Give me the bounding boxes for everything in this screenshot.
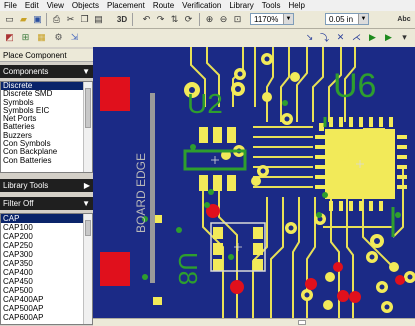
route-delete-icon[interactable]: ⋌ bbox=[350, 31, 363, 44]
route-bend-icon[interactable]: ⤵ bbox=[318, 31, 331, 44]
open-folder-icon[interactable]: ▰ bbox=[17, 13, 30, 26]
chevron-right-icon: ▶ bbox=[83, 181, 90, 190]
menu-route[interactable]: Route bbox=[149, 0, 178, 11]
play-icon[interactable]: ▶ bbox=[366, 31, 379, 44]
chevron-down-icon: ▼ bbox=[283, 14, 293, 24]
pad-tool-icon[interactable]: ▦ bbox=[35, 31, 48, 44]
library-tools-label: Library Tools bbox=[3, 181, 49, 190]
grid-select[interactable]: 0.05 in ▼ bbox=[325, 13, 369, 25]
part-item[interactable]: CAP600AP bbox=[1, 313, 83, 322]
zoom-fit-icon[interactable]: ⊡ bbox=[231, 13, 244, 26]
zoom-in-icon[interactable]: ⊕ bbox=[203, 13, 216, 26]
settings-tool-icon[interactable]: ⚙ bbox=[52, 31, 65, 44]
category-list[interactable]: Discrete Discrete SMD Symbols Symbols EIC Ne… bbox=[0, 81, 93, 173]
category-item[interactable]: Con Batteries bbox=[1, 156, 83, 165]
toolbar-options-icon[interactable]: ▾ bbox=[398, 31, 411, 44]
chevron-down-icon: ▼ bbox=[82, 67, 90, 76]
part-item[interactable]: CAP250 bbox=[1, 241, 83, 250]
part-item[interactable]: CAP bbox=[1, 214, 83, 223]
part-item[interactable]: CAP300 bbox=[1, 250, 83, 259]
part-scrollbar[interactable] bbox=[83, 214, 92, 324]
part-item[interactable]: CAP400AP bbox=[1, 295, 83, 304]
menu-file[interactable]: File bbox=[0, 0, 21, 11]
menu-tools[interactable]: Tools bbox=[258, 0, 285, 11]
u2-label: U2 bbox=[187, 88, 223, 119]
part-item[interactable]: CAP200 bbox=[1, 232, 83, 241]
main-toolbar: ▭ ▰ ▣ ⎙ ✂ ❐ ▤ 3D ↶ ↷ ⇅ ⟳ ⊕ ⊖ ⊡ 1170% ▼ 0… bbox=[0, 11, 415, 29]
menu-objects[interactable]: Objects bbox=[68, 0, 103, 11]
chevron-down-icon: ▼ bbox=[82, 199, 90, 208]
part-item[interactable]: CAP350 bbox=[1, 259, 83, 268]
menu-library[interactable]: Library bbox=[225, 0, 257, 11]
part-list[interactable]: CAP CAP100 CAP200 CAP250 CAP300 CAP350 CAP400 C… bbox=[0, 213, 93, 325]
component-panel: Place Component Components ▼ Discrete Dis… bbox=[0, 47, 93, 325]
board-edge-label: BOARD EDGE bbox=[134, 153, 148, 233]
auto-route-icon[interactable]: Abc bbox=[396, 13, 412, 26]
chevron-down-icon: ▼ bbox=[358, 14, 368, 24]
components-header[interactable]: Components ▼ bbox=[0, 65, 93, 78]
redo-icon[interactable]: ↷ bbox=[154, 13, 167, 26]
step-icon[interactable]: ▶ bbox=[382, 31, 395, 44]
route-cross-icon[interactable]: ✕ bbox=[334, 31, 347, 44]
part-item[interactable]: CAP500AP bbox=[1, 304, 83, 313]
part-item[interactable]: CAP100 bbox=[1, 223, 83, 232]
flip-icon[interactable]: ⇅ bbox=[168, 13, 181, 26]
select-tool-icon[interactable]: ⇲ bbox=[68, 31, 81, 44]
board-edge-line bbox=[150, 93, 155, 283]
rotate-icon[interactable]: ⟳ bbox=[182, 13, 195, 26]
menu-help[interactable]: Help bbox=[284, 0, 308, 11]
filter-header[interactable]: Filter Off ▼ bbox=[0, 197, 93, 210]
menu-view[interactable]: View bbox=[43, 0, 68, 11]
library-tools-header[interactable]: Library Tools ▶ bbox=[0, 179, 93, 192]
grid-value: 0.05 in bbox=[329, 15, 354, 24]
menu-placement[interactable]: Placement bbox=[103, 0, 149, 11]
pcb-board[interactable]: U2 U6 U8 BOARD EDGE bbox=[93, 47, 415, 318]
part-item[interactable]: CAP400 bbox=[1, 268, 83, 277]
pcb-canvas[interactable]: U2 U6 U8 BOARD EDGE bbox=[93, 47, 415, 318]
undo-icon[interactable]: ↶ bbox=[140, 13, 153, 26]
part-item[interactable]: CAP500 bbox=[1, 286, 83, 295]
move-tool-icon[interactable]: ⊞ bbox=[19, 31, 32, 44]
u6-label: U6 bbox=[333, 67, 376, 105]
new-file-icon[interactable]: ▭ bbox=[3, 13, 16, 26]
print-icon[interactable]: ⎙ bbox=[50, 13, 63, 26]
place-component-tab[interactable]: Place Component bbox=[0, 49, 93, 62]
part-item[interactable]: CAP450 bbox=[1, 277, 83, 286]
view-3d-button[interactable]: 3D bbox=[114, 13, 130, 26]
menu-verification[interactable]: Verification bbox=[178, 0, 225, 11]
filter-label: Filter Off bbox=[3, 199, 34, 208]
paste-icon[interactable]: ▤ bbox=[92, 13, 105, 26]
menu-edit[interactable]: Edit bbox=[21, 0, 43, 11]
components-label: Components bbox=[3, 67, 49, 76]
save-icon[interactable]: ▣ bbox=[31, 13, 44, 26]
secondary-toolbar: ◩ ⊞ ▦ ⚙ ⇲ ↘ ⤵ ✕ ⋌ ▶ ▶ ▾ bbox=[0, 29, 415, 48]
route-trace-icon[interactable]: ↘ bbox=[303, 31, 316, 44]
cut-icon[interactable]: ✂ bbox=[64, 13, 77, 26]
copy-icon[interactable]: ❐ bbox=[78, 13, 91, 26]
u8-label: U8 bbox=[173, 252, 203, 285]
component-tool-icon[interactable]: ◩ bbox=[3, 31, 16, 44]
zoom-out-icon[interactable]: ⊖ bbox=[217, 13, 230, 26]
zoom-value: 1170% bbox=[254, 15, 279, 24]
zoom-select[interactable]: 1170% ▼ bbox=[250, 13, 294, 25]
menu-bar: File Edit View Objects Placement Route Verific… bbox=[0, 0, 415, 11]
category-scrollbar[interactable] bbox=[83, 82, 92, 172]
